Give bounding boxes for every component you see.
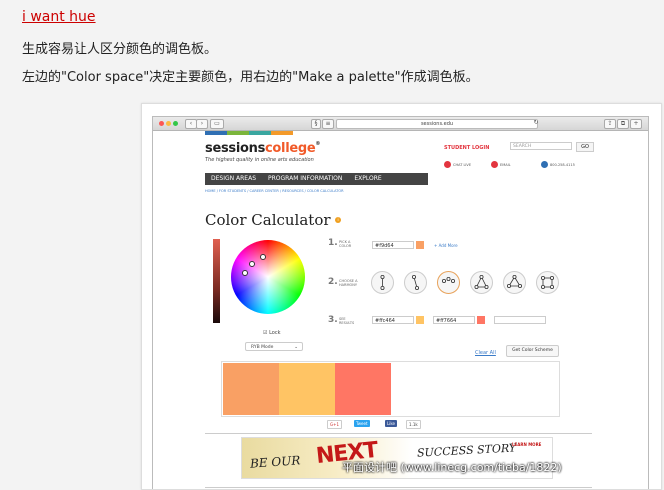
email-link[interactable]: EMAIL [491,161,511,168]
result-2-hex[interactable]: #ff7664 [433,316,475,324]
step-1-number: 1. [328,238,338,248]
like-count: 1.1k [406,420,421,429]
new-tab-icon[interactable]: + [630,119,642,129]
forward-icon[interactable]: › [196,119,208,129]
lock-checkbox[interactable]: ☑ Lock [263,330,280,336]
main-nav: DESIGN AREAS PROGRAM INFORMATION EXPLORE [205,173,428,185]
square-icon [541,276,554,289]
pick-color-input[interactable]: #f9d64 [372,241,414,249]
minimize-window-icon[interactable] [166,121,171,126]
step-2-number: 2. [328,277,338,287]
banner-learn-more[interactable]: LEARN MORE [512,442,541,447]
sidebar-icon[interactable]: ▭ [210,119,224,129]
tweet-button[interactable]: Tweet [354,420,370,427]
nav-design-areas[interactable]: DESIGN AREAS [205,173,262,185]
screenshot-frame: ‹ › ▭ § ≡ sessions.edu ↻ ⇪ ⧉ + sessionsc… [141,103,662,490]
student-login-link[interactable]: STUDENT LOGIN [444,145,489,151]
palette-preview [221,361,560,417]
brand-color-bar [205,131,293,135]
google-plus-button[interactable]: G+1 [327,420,342,429]
step-1-label: PICK A COLOR [339,240,352,248]
result-1-hex[interactable]: #ffc464 [372,316,414,324]
phone-link[interactable]: 800-258-4115 [541,161,575,168]
harmony-tetrad-button[interactable] [503,271,526,294]
info-icon[interactable]: i [335,217,341,223]
like-button[interactable]: Like [385,420,397,427]
result-2-swatch [477,316,485,324]
description-line-2: 左边的"Color space"决定主要颜色，用右边的"Make a palet… [22,70,479,85]
tetrad-icon [507,275,522,288]
breadcrumb[interactable]: HOME / FOR STUDENTS / CAREER CENTER / RE… [205,189,344,193]
clear-all-link[interactable]: Clear All [475,350,496,356]
divider [205,433,592,434]
email-icon [491,161,498,168]
banner-text-be-our: BE OUR [249,453,301,471]
zoom-window-icon[interactable] [173,121,178,126]
close-window-icon[interactable] [159,121,164,126]
nav-program-information[interactable]: PROGRAM INFORMATION [262,173,348,185]
step-2-label: CHOOSE A HARMONY [339,279,358,287]
harmony-triad-button[interactable] [470,271,493,294]
i-want-hue-link[interactable]: i want hue [22,9,96,25]
banner-text-success: SUCCESS STORY [416,441,517,460]
tabs-icon[interactable]: ⧉ [617,119,629,129]
page-title: Color Calculator [205,211,331,229]
logo-main: sessions [205,141,266,156]
step-3-number: 3. [328,315,338,325]
harmony-complement-button[interactable] [371,271,394,294]
web-page: sessionscollege® The highest quality in … [153,131,648,489]
step-3-label: SEE RESULTS [339,317,355,325]
mode-select-value: RYB Mode [251,345,274,350]
lightness-slider[interactable] [213,239,220,323]
watermark-text: 平面设计吧 (www.linecg.com/tieba/1822) [342,461,562,474]
harmony-analogous-button[interactable] [437,271,460,294]
chevron-down-icon: ⌄ [294,345,298,350]
split-icon [412,275,419,290]
site-tagline: The highest quality in online arts educa… [205,157,314,163]
chat-icon [444,161,451,168]
result-1-swatch [416,316,424,324]
palette-swatch [279,363,335,415]
reader-icon[interactable]: ≡ [322,119,334,129]
harmony-square-button[interactable] [536,271,559,294]
mode-select[interactable]: RYB Mode ⌄ [245,342,303,351]
phone-label: 800-258-4115 [550,162,575,167]
site-logo[interactable]: sessionscollege® [205,141,320,156]
chat-live-link[interactable]: CHAT LIVE [444,161,471,168]
get-color-scheme-button[interactable]: Get Color Scheme [506,345,559,357]
reload-icon[interactable]: ↻ [533,119,539,127]
email-label: EMAIL [500,162,511,167]
search-input[interactable]: SEARCH [510,142,572,150]
address-bar[interactable]: sessions.edu [336,119,538,129]
lock-label: Lock [269,330,281,336]
browser-window: ‹ › ▭ § ≡ sessions.edu ↻ ⇪ ⧉ + sessionsc… [152,116,649,489]
share-icon[interactable]: ⇪ [604,119,616,129]
palette-swatch [223,363,279,415]
color-wheel[interactable] [231,240,305,314]
pick-color-swatch[interactable] [416,241,424,249]
logo-accent: college [265,141,316,156]
complement-icon [380,275,385,290]
search-go-button[interactable]: GO [576,142,594,152]
harmony-split-button[interactable] [404,271,427,294]
nav-explore[interactable]: EXPLORE [348,173,387,185]
triad-icon [474,275,489,289]
wheel-handle[interactable] [260,254,266,260]
chat-label: CHAT LIVE [453,162,472,167]
phone-icon [541,161,548,168]
wheel-handle[interactable] [242,270,248,276]
browser-toolbar: ‹ › ▭ § ≡ sessions.edu ↻ ⇪ ⧉ + [153,117,648,131]
logo-suffix: ® [315,141,321,147]
shield-icon[interactable]: § [311,119,321,129]
description-line-1: 生成容易让人区分颜色的调色板。 [22,42,218,57]
palette-swatch [335,363,391,415]
analogous-icon [442,277,455,284]
add-more-link[interactable]: + Add More [434,243,458,248]
wheel-handle[interactable] [249,261,255,267]
result-3-hex[interactable] [494,316,546,324]
